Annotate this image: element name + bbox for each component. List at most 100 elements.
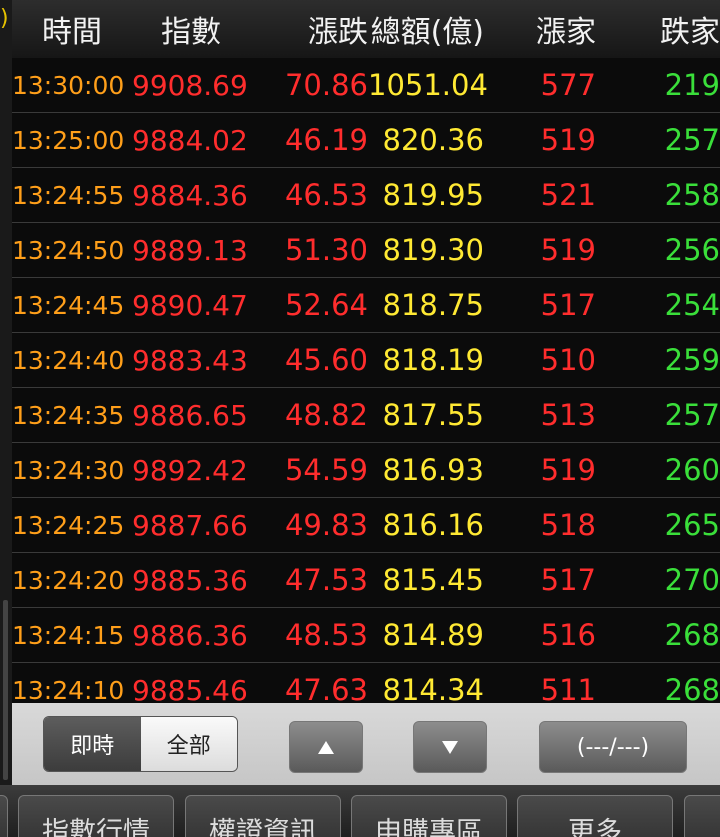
scroll-up-button[interactable] (289, 721, 363, 773)
bottom-tab-partial-right[interactable] (684, 795, 720, 837)
cell-change: 46.19 (284, 123, 368, 157)
header-change: 漲跌 (308, 15, 368, 50)
tab-index-quotes[interactable]: 指數行情 (18, 795, 174, 837)
cell-amount: 818.75 (382, 288, 484, 322)
cell-time: 13:24:30 (12, 455, 125, 485)
table-row[interactable]: 13:24:50 9889.13 51.30 819.30 519 256 (12, 223, 720, 278)
index-history-table: 時間 指數 漲跌 總額(億) 漲家 跌家 13:30:00 9908.69 70.8… (12, 0, 720, 703)
table-row[interactable]: 13:24:25 9887.66 49.83 816.16 518 265 (12, 498, 720, 553)
all-segment[interactable]: 全部 (140, 717, 237, 771)
table-row[interactable]: 13:24:55 9884.36 46.53 819.95 521 258 (12, 168, 720, 223)
cell-up-count: 511 (540, 673, 596, 703)
cell-change: 52.64 (284, 288, 368, 322)
cell-down-count: 265 (664, 508, 720, 542)
cell-down-count: 258 (664, 178, 720, 212)
scroll-indicator[interactable] (3, 600, 8, 780)
cell-change: 46.53 (284, 178, 368, 212)
cell-change: 48.82 (284, 398, 368, 432)
table-row[interactable]: 13:24:30 9892.42 54.59 816.93 519 260 (12, 443, 720, 498)
cell-time: 13:24:10 (12, 675, 125, 704)
date-picker-button[interactable]: (---/---) (539, 721, 687, 773)
cell-amount: 817.55 (382, 398, 484, 432)
cell-amount: 818.19 (382, 343, 484, 377)
tab-more[interactable]: 更多 (517, 795, 673, 837)
cell-index: 9887.66 (132, 508, 248, 542)
cell-up-count: 519 (540, 233, 596, 267)
bottom-tab-bar: 指數行情 權證資訊 申購專區 更多 (0, 785, 720, 837)
cell-time: 13:24:35 (12, 400, 125, 430)
cell-up-count: 518 (540, 508, 596, 542)
cell-change: 47.63 (284, 673, 368, 703)
cell-amount: 814.34 (382, 673, 484, 703)
bottom-tab-partial[interactable] (0, 795, 8, 837)
cell-index: 9889.13 (132, 233, 248, 267)
cell-up-count: 516 (540, 618, 596, 652)
cell-index: 9884.36 (132, 178, 248, 212)
cell-amount: 1051.04 (368, 68, 488, 102)
cell-up-count: 519 (540, 123, 596, 157)
cell-up-count: 513 (540, 398, 596, 432)
cell-index: 9886.36 (132, 618, 248, 652)
header-time: 時間 (42, 15, 102, 50)
cell-change: 47.53 (284, 563, 368, 597)
triangle-down-icon (442, 740, 458, 754)
cell-time: 13:25:00 (12, 125, 125, 155)
table-header: 時間 指數 漲跌 總額(億) 漲家 跌家 (12, 0, 720, 58)
table-body[interactable]: 13:30:00 9908.69 70.86 1051.04 577 219 13:25:0… (12, 58, 720, 703)
cell-time: 13:24:25 (12, 510, 125, 540)
table-row[interactable]: 13:24:40 9883.43 45.60 818.19 510 259 (12, 333, 720, 388)
table-row[interactable]: 13:24:10 9885.46 47.63 814.34 511 268 (12, 663, 720, 703)
header-amount: 總額(億) (370, 15, 484, 50)
cell-index: 9890.47 (132, 288, 248, 322)
tab-subscription[interactable]: 申購專區 (351, 795, 507, 837)
cell-time: 13:24:40 (12, 345, 125, 375)
cell-index: 9885.46 (132, 673, 248, 704)
cell-index: 9908.69 (132, 68, 248, 102)
cell-change: 49.83 (284, 508, 368, 542)
left-edge-strip: ) (0, 0, 12, 785)
table-row[interactable]: 13:24:15 9886.36 48.53 814.89 516 268 (12, 608, 720, 663)
table-row[interactable]: 13:24:45 9890.47 52.64 818.75 517 254 (12, 278, 720, 333)
cell-up-count: 517 (540, 563, 596, 597)
mode-segmented-control: 即時 全部 (43, 716, 238, 772)
cell-down-count: 257 (664, 123, 720, 157)
cell-down-count: 260 (664, 453, 720, 487)
cell-change: 70.86 (284, 68, 368, 102)
cell-down-count: 270 (664, 563, 720, 597)
cell-index: 9883.43 (132, 343, 248, 377)
cell-index: 9885.36 (132, 563, 248, 597)
cell-change: 48.53 (284, 618, 368, 652)
cell-up-count: 519 (540, 453, 596, 487)
cell-down-count: 256 (664, 233, 720, 267)
cell-up-count: 510 (540, 343, 596, 377)
header-up-count: 漲家 (536, 15, 596, 50)
cell-up-count: 521 (540, 178, 596, 212)
paren-glyph: ) (0, 6, 9, 31)
header-index: 指數 (161, 15, 221, 50)
cell-down-count: 254 (664, 288, 720, 322)
table-row[interactable]: 13:24:35 9886.65 48.82 817.55 513 257 (12, 388, 720, 443)
table-row[interactable]: 13:30:00 9908.69 70.86 1051.04 577 219 (12, 58, 720, 113)
triangle-up-icon (318, 740, 334, 754)
cell-amount: 814.89 (382, 618, 484, 652)
table-row[interactable]: 13:24:20 9885.36 47.53 815.45 517 270 (12, 553, 720, 608)
realtime-segment[interactable]: 即時 (44, 717, 141, 771)
cell-up-count: 577 (540, 68, 596, 102)
cell-time: 13:24:55 (12, 180, 125, 210)
cell-index: 9884.02 (132, 123, 248, 157)
cell-down-count: 268 (664, 618, 720, 652)
cell-down-count: 259 (664, 343, 720, 377)
cell-amount: 816.93 (382, 453, 484, 487)
cell-down-count: 257 (664, 398, 720, 432)
scroll-down-button[interactable] (413, 721, 487, 773)
cell-down-count: 268 (664, 673, 720, 703)
cell-change: 45.60 (284, 343, 368, 377)
cell-down-count: 219 (664, 68, 720, 102)
cell-time: 13:30:00 (12, 70, 125, 100)
cell-amount: 819.30 (382, 233, 484, 267)
tab-warrant-info[interactable]: 權證資訊 (185, 795, 341, 837)
table-row[interactable]: 13:25:00 9884.02 46.19 820.36 519 257 (12, 113, 720, 168)
cell-amount: 820.36 (382, 123, 484, 157)
cell-amount: 815.45 (382, 563, 484, 597)
cell-time: 13:24:50 (12, 235, 125, 265)
